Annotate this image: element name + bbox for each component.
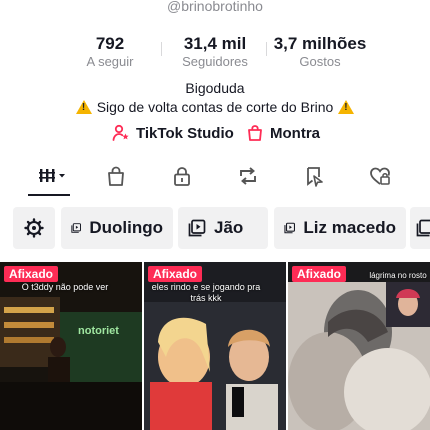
gear-icon bbox=[24, 218, 44, 238]
playlist-label: Jão bbox=[214, 218, 244, 237]
lock-icon bbox=[174, 167, 190, 186]
stat-following-value: 792 bbox=[95, 34, 125, 53]
stat-following[interactable]: 792 A seguir bbox=[70, 34, 150, 70]
bookmark-icon bbox=[307, 167, 323, 187]
video-grid: notoriet Afixado O t3ddy não pode ver Af… bbox=[0, 262, 430, 430]
playlist-chip-jao[interactable]: Jão bbox=[178, 207, 268, 249]
tab-reposts[interactable] bbox=[228, 158, 268, 194]
active-tab-indicator bbox=[28, 194, 70, 196]
warning-icon bbox=[75, 100, 92, 114]
tiktok-studio-label: TikTok Studio bbox=[136, 124, 234, 142]
playlist-settings-button[interactable] bbox=[13, 207, 55, 249]
pinned-badge: Afixado bbox=[148, 266, 203, 282]
video-thumbnail[interactable]: Afixado eles rindo e se jogando pra trás… bbox=[144, 262, 286, 430]
profile-nickname: Bigoduda bbox=[185, 80, 245, 96]
stat-likes-label: Gostos bbox=[299, 54, 341, 69]
playlist-label: Duolingo bbox=[89, 218, 163, 237]
video-thumbnail[interactable]: notoriet Afixado O t3ddy não pode ver bbox=[0, 262, 142, 430]
pinned-badge: Afixado bbox=[292, 266, 347, 282]
playlist-chip-liz-macedo[interactable]: Liz macedo bbox=[274, 207, 406, 249]
stat-likes-value: 3,7 milhões bbox=[273, 34, 367, 53]
stat-likes[interactable]: 3,7 milhões Gostos bbox=[265, 34, 375, 70]
pinned-badge: Afixado bbox=[4, 266, 59, 282]
profile-tabs bbox=[0, 158, 430, 198]
profile-bio: Sigo de volta contas de corte do Brino bbox=[0, 99, 430, 115]
playlist-icon bbox=[416, 219, 430, 237]
video-caption: lágrima no rosto bbox=[369, 271, 427, 280]
shopping-bag-icon bbox=[248, 125, 262, 141]
video-caption: O t3ddy não pode ver bbox=[21, 282, 109, 292]
profile-username: @brinobrotinho bbox=[167, 0, 263, 14]
bio-text: Sigo de volta contas de corte do Brino bbox=[96, 99, 334, 115]
liked-heart-icon bbox=[370, 167, 390, 185]
grid-icon bbox=[39, 169, 65, 182]
video-thumbnail[interactable]: Afixado lágrima no rosto bbox=[288, 262, 430, 430]
tab-saved[interactable] bbox=[294, 158, 334, 194]
stat-followers-label: Seguidores bbox=[182, 54, 248, 69]
svg-text:notoriet: notoriet bbox=[78, 325, 119, 337]
video-thumbnail-image bbox=[288, 262, 430, 430]
video-caption: eles rindo e se jogando pra trás kkk bbox=[151, 282, 261, 303]
warning-icon bbox=[338, 100, 355, 114]
repost-icon bbox=[240, 167, 256, 185]
shop-link[interactable]: Montra bbox=[246, 124, 320, 142]
playlist-chip-more[interactable] bbox=[410, 207, 430, 249]
playlist-chips: Duolingo Jão Liz macedo bbox=[0, 207, 430, 249]
playlist-icon bbox=[284, 222, 295, 234]
playlist-chip-duolingo[interactable]: Duolingo bbox=[61, 207, 173, 249]
playlist-label: Liz macedo bbox=[303, 218, 396, 237]
shop-label: Montra bbox=[270, 124, 320, 142]
tab-private[interactable] bbox=[162, 158, 202, 194]
profile-links: TikTok Studio Montra bbox=[0, 124, 430, 148]
tab-liked[interactable] bbox=[360, 158, 400, 194]
profile-stats: 792 A seguir 31,4 mil Seguidores 3,7 mil… bbox=[0, 34, 430, 74]
playlist-icon bbox=[71, 223, 81, 233]
shopping-bag-icon bbox=[108, 166, 124, 186]
stat-following-label: A seguir bbox=[86, 54, 134, 69]
stat-divider bbox=[161, 42, 162, 56]
studio-person-icon bbox=[112, 124, 129, 141]
stat-followers[interactable]: 31,4 mil Seguidores bbox=[170, 34, 260, 70]
stat-followers-value: 31,4 mil bbox=[183, 34, 247, 53]
playlist-icon bbox=[188, 219, 206, 237]
tab-videos[interactable] bbox=[30, 158, 70, 194]
tab-shop[interactable] bbox=[96, 158, 136, 194]
tiktok-studio-link[interactable]: TikTok Studio bbox=[112, 124, 234, 142]
